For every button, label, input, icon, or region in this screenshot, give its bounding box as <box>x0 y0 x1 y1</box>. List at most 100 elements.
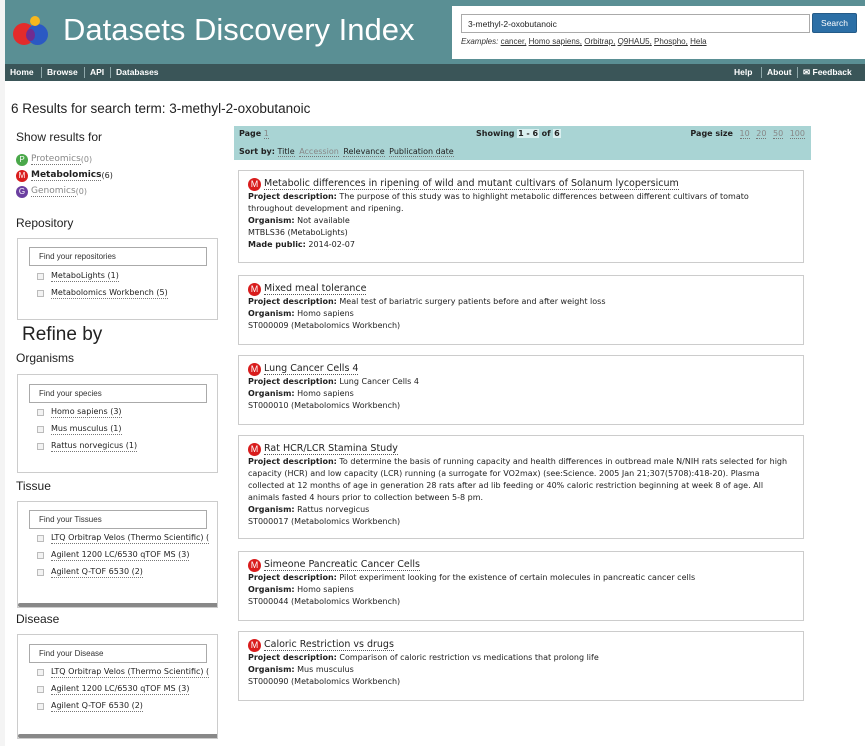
refine-by-heading: Refine by <box>22 324 103 345</box>
disease-filter-panel: Find your Disease LTQ Orbitrap Velos (Th… <box>17 634 218 739</box>
genomics-icon: G <box>16 185 28 198</box>
checkbox[interactable] <box>37 534 44 542</box>
dataset-description: Project description: Lung Cancer Cells 4 <box>248 376 794 388</box>
repository-filter-panel: Find your repositories MetaboLights (1) … <box>17 238 218 320</box>
omics-logo-icon[interactable] <box>13 14 53 50</box>
nav-api[interactable]: API <box>90 64 104 81</box>
checkbox[interactable] <box>37 568 44 576</box>
repository-option[interactable]: Metabolomics Workbench (5) <box>37 287 168 299</box>
page-size-option[interactable]: 20 <box>756 129 767 139</box>
organism-label: Organism: <box>248 665 295 674</box>
made-public-label: Made public: <box>248 240 306 249</box>
checkbox[interactable] <box>37 289 44 297</box>
page-size-selector: Page size 10 20 50 100 <box>690 129 805 139</box>
dataset-title-link[interactable]: Lung Cancer Cells 4 <box>264 363 359 375</box>
page-size-option[interactable]: 100 <box>789 129 805 139</box>
sort-option-accession[interactable]: Accession <box>299 147 339 157</box>
showing-label: Showing <box>476 129 515 138</box>
species-search-input[interactable]: Find your species <box>29 384 207 403</box>
omics-filter-metabolomics[interactable]: M Metabolomics (6) <box>16 169 113 182</box>
example-link[interactable]: cancer, <box>501 37 527 46</box>
dataset-card: M Simeone Pancreatic Cancer Cells Projec… <box>238 551 804 621</box>
horizontal-scrollbar[interactable] <box>18 603 217 607</box>
search-input[interactable] <box>461 14 810 33</box>
nav-databases[interactable]: Databases <box>116 64 159 81</box>
proteomics-icon: P <box>16 153 28 166</box>
checkbox[interactable] <box>37 551 44 559</box>
tissue-search-input[interactable]: Find your Tissues <box>29 510 207 529</box>
organism-option[interactable]: Mus musculus (1) <box>37 423 122 435</box>
tissue-option[interactable]: LTQ Orbitrap Velos (Thermo Scientific) ( <box>37 532 210 544</box>
sort-option-title[interactable]: Title <box>277 147 295 157</box>
example-link[interactable]: Phospho, <box>654 37 688 46</box>
checkbox[interactable] <box>37 668 44 676</box>
repository-search-input[interactable]: Find your repositories <box>29 247 207 266</box>
dataset-title-link[interactable]: Simeone Pancreatic Cancer Cells <box>264 559 420 571</box>
dataset-accession: MTBLS36 (MetaboLights) <box>248 228 348 237</box>
option-label: Agilent 1200 LC/6530 qTOF MS (3) <box>51 549 190 561</box>
dataset-card: M Rat HCR/LCR Stamina Study Project desc… <box>238 435 804 539</box>
dataset-title-row: M Lung Cancer Cells 4 <box>248 362 794 376</box>
dataset-description: Project description: Comparison of calor… <box>248 652 794 664</box>
dataset-title-link[interactable]: Mixed meal tolerance <box>264 283 367 295</box>
example-link[interactable]: Orbitrap, <box>584 37 615 46</box>
dataset-title-link[interactable]: Metabolic differences in ripening of wil… <box>264 178 679 190</box>
checkbox[interactable] <box>37 685 44 693</box>
omics-filter-proteomics[interactable]: P Proteomics (0) <box>16 153 92 166</box>
omics-count: (0) <box>75 187 87 196</box>
description-label: Project description: <box>248 573 337 582</box>
top-nav: Home Browse API Databases Help About ✉ F… <box>5 64 865 81</box>
dataset-organism: Organism: Homo sapiens <box>248 388 794 400</box>
organism-label: Organism: <box>248 216 295 225</box>
organism-value: Mus musculus <box>297 665 354 674</box>
nav-divider <box>761 67 762 78</box>
option-label: Metabolomics Workbench (5) <box>51 287 168 299</box>
omics-filter-genomics[interactable]: G Genomics (0) <box>16 185 87 198</box>
dataset-title-link[interactable]: Caloric Restriction vs drugs <box>264 639 394 651</box>
checkbox[interactable] <box>37 272 44 280</box>
checkbox[interactable] <box>37 425 44 433</box>
organism-option[interactable]: Homo sapiens (3) <box>37 406 122 418</box>
repository-option[interactable]: MetaboLights (1) <box>37 270 119 282</box>
sort-bar: Sort by: Title Accession Relevance Publi… <box>234 144 811 160</box>
option-label: Agilent Q-TOF 6530 (2) <box>51 566 143 578</box>
checkbox[interactable] <box>37 408 44 416</box>
checkbox[interactable] <box>37 442 44 450</box>
example-link[interactable]: Hela <box>690 37 706 46</box>
tissue-option[interactable]: Agilent 1200 LC/6530 qTOF MS (3) <box>37 549 190 561</box>
page-size-option[interactable]: 10 <box>739 129 750 139</box>
omics-name: Metabolomics <box>31 170 102 181</box>
site-title[interactable]: Datasets Discovery Index <box>63 12 414 48</box>
description-label: Project description: <box>248 457 337 466</box>
page-link[interactable]: 1 <box>263 129 269 139</box>
description-label: Project description: <box>248 297 337 306</box>
dataset-description: Project description: Meal test of bariat… <box>248 296 794 308</box>
search-button[interactable]: Search <box>812 13 857 33</box>
disease-search-input[interactable]: Find your Disease <box>29 644 207 663</box>
nav-feedback[interactable]: ✉ Feedback <box>803 64 852 81</box>
omics-count: (0) <box>80 155 93 164</box>
disease-option[interactable]: Agilent 1200 LC/6530 qTOF MS (3) <box>37 683 190 695</box>
nav-browse[interactable]: Browse <box>47 64 78 81</box>
nav-help[interactable]: Help <box>734 64 752 81</box>
dataset-organism: Organism: Rattus norvegicus <box>248 504 794 516</box>
sort-option-relevance[interactable]: Relevance <box>343 147 385 157</box>
page-size-option[interactable]: 50 <box>772 129 784 139</box>
example-link[interactable]: Q9HAU5, <box>618 37 652 46</box>
sort-option-publication-date[interactable]: Publication date <box>389 147 454 157</box>
dataset-accession: ST000010 (Metabolomics Workbench) <box>248 401 401 410</box>
organism-option[interactable]: Rattus norvegicus (1) <box>37 440 138 452</box>
example-link[interactable]: Homo sapiens, <box>529 37 582 46</box>
nav-feedback-label: Feedback <box>812 67 852 77</box>
organism-value: Homo sapiens <box>297 389 354 398</box>
nav-about[interactable]: About <box>767 64 792 81</box>
dataset-title-link[interactable]: Rat HCR/LCR Stamina Study <box>264 443 398 455</box>
checkbox[interactable] <box>37 702 44 710</box>
disease-option[interactable]: LTQ Orbitrap Velos (Thermo Scientific) ( <box>37 666 210 678</box>
organism-label: Organism: <box>248 585 295 594</box>
nav-home[interactable]: Home <box>10 64 34 81</box>
disease-option[interactable]: Agilent Q-TOF 6530 (2) <box>37 700 143 712</box>
horizontal-scrollbar[interactable] <box>18 734 217 738</box>
omics-name: Genomics <box>31 186 76 197</box>
tissue-option[interactable]: Agilent Q-TOF 6530 (2) <box>37 566 143 578</box>
